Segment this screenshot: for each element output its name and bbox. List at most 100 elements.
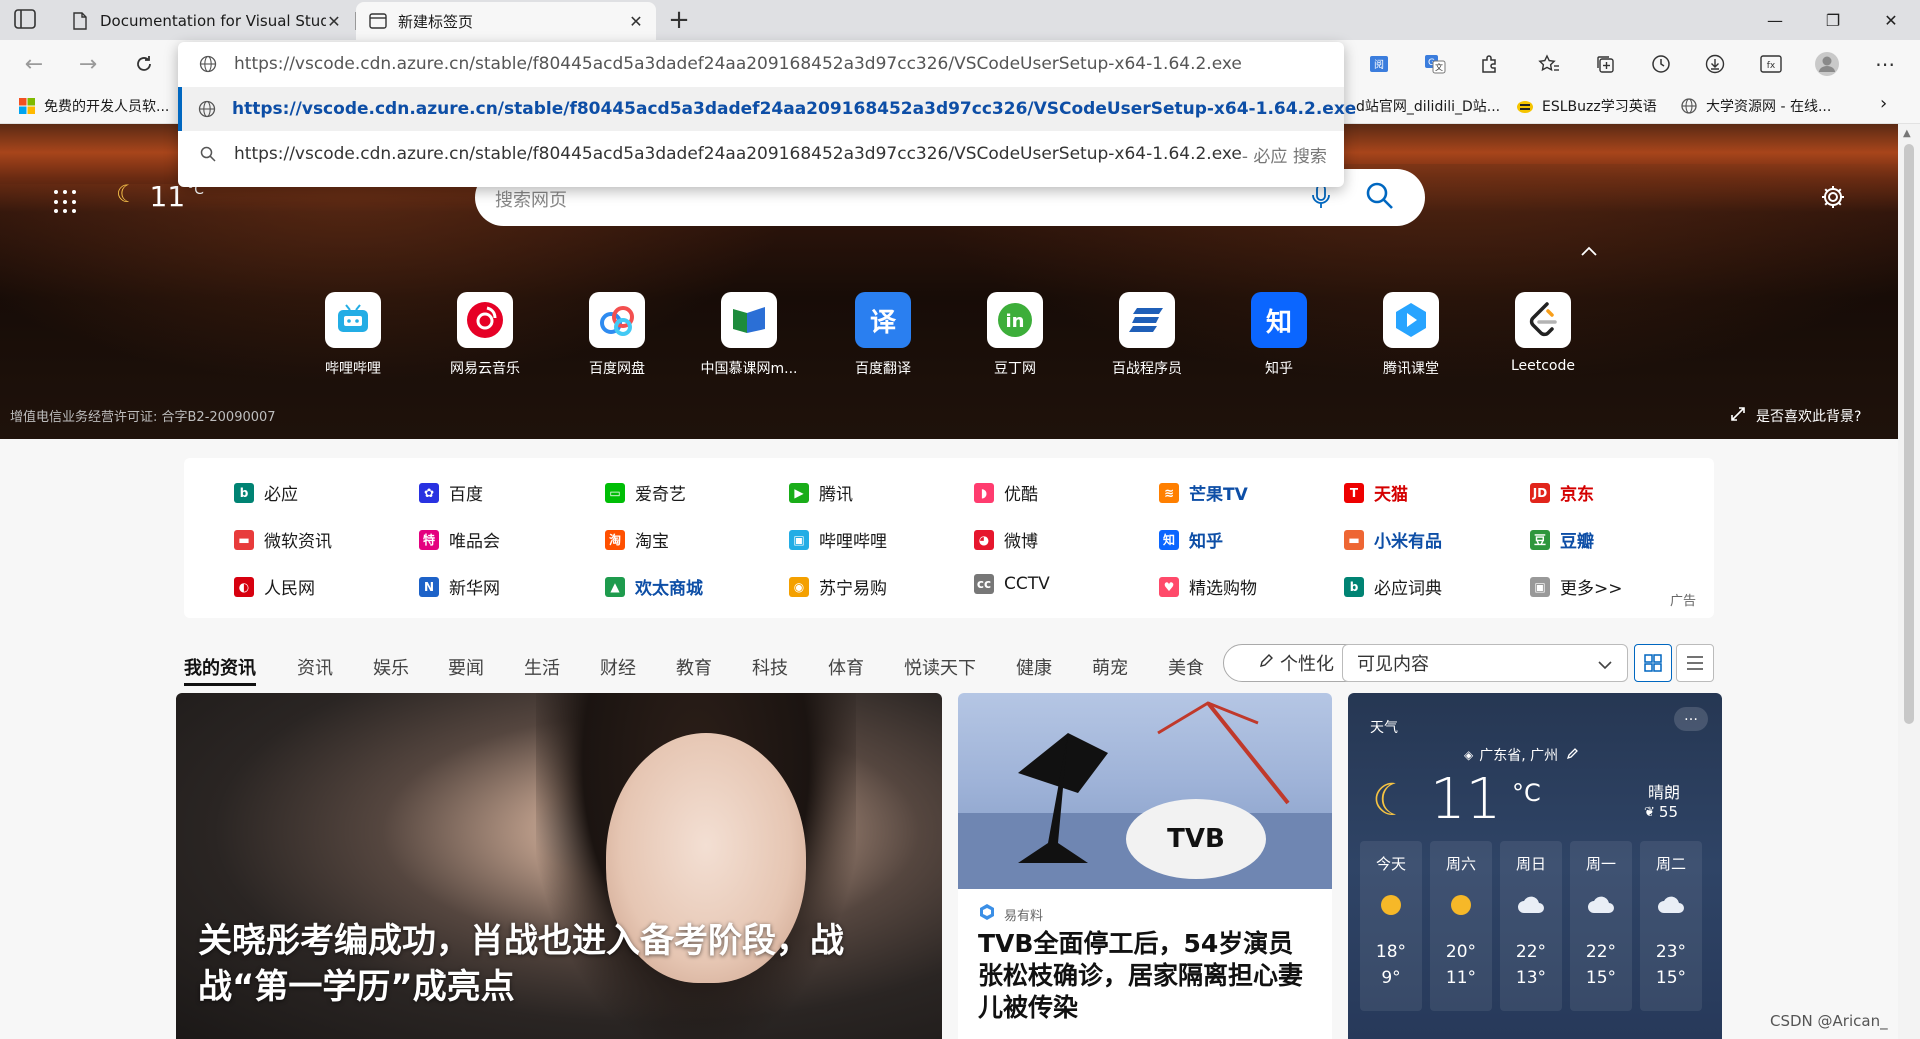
quick-link[interactable]: ▶ 腾讯 [789,480,853,505]
quick-link[interactable]: ◕ 微博 [974,527,1038,552]
suggestion-url[interactable]: https://vscode.cdn.azure.cn/stable/f8044… [178,87,1356,131]
forecast-low: 13° [1515,968,1547,988]
favorite-item[interactable]: d站官网_dilidili_D站... [1356,96,1500,116]
quick-link[interactable]: ▬ 小米有品 [1344,527,1442,552]
favorite-item[interactable]: 大学资源网 - 在线... [1680,96,1831,116]
forward-button[interactable]: → [72,48,104,80]
top-site-bilibili[interactable]: 哔哩哔哩 [288,292,418,378]
quick-link[interactable]: ◉ 苏宁易购 [789,574,887,599]
close-tab-icon[interactable]: ✕ [326,12,342,31]
quick-link[interactable]: cc CCTV [974,574,1050,594]
tab-documentation[interactable]: Documentation for Visual Studio Code ✕ [58,2,354,40]
news-tab[interactable]: 财经 [600,654,636,680]
quick-link[interactable]: ▭ 爱奇艺 [605,480,686,505]
news-tab[interactable]: 要闻 [448,654,484,680]
quick-link[interactable]: 淘淘宝 [605,527,669,552]
settings-gear-icon[interactable] [1820,184,1846,210]
close-window-button[interactable]: ✕ [1862,0,1920,40]
search-icon[interactable] [1365,181,1397,213]
new-tab-button[interactable]: + [664,6,694,36]
top-site-imooc[interactable]: 中国慕课网m... [684,292,814,378]
history-icon[interactable] [1646,50,1676,78]
quick-link[interactable]: b 必应 [234,480,298,505]
visible-content-select[interactable]: 可见内容 [1342,644,1628,682]
extensions-icon[interactable] [1474,50,1504,78]
top-site-zhihu[interactable]: 知 知乎 [1214,292,1344,378]
address-input[interactable]: https://vscode.cdn.azure.cn/stable/f8044… [178,42,1344,86]
news-tab[interactable]: 生活 [524,654,560,680]
quick-link[interactable]: ♥ 精选购物 [1159,574,1257,599]
more-options-icon[interactable]: … [1674,707,1708,731]
forecast-day[interactable]: 周日 22° 13° [1500,841,1562,1011]
forecast-day[interactable]: 周二 23° 15° [1640,841,1702,1011]
scroll-up-icon[interactable]: ▲ [1903,128,1911,139]
quick-link[interactable]: JD 京东 [1530,480,1594,505]
quick-link[interactable]: 特唯品会 [419,527,500,552]
news-tab[interactable]: 悦读天下 [904,654,976,680]
web-capture-icon[interactable]: fx [1756,50,1786,78]
quick-link[interactable]: N 新华网 [419,574,500,599]
suggestion-search[interactable]: https://vscode.cdn.azure.cn/stable/f8044… [178,132,1344,176]
top-site-netease-music[interactable]: 网易云音乐 [420,292,550,378]
news-tab[interactable]: 资讯 [297,654,333,680]
news-tab[interactable]: 健康 [1016,654,1052,680]
quick-link[interactable]: ≋ 芒果TV [1159,480,1248,505]
top-site-baidu-pan[interactable]: 百度网盘 [552,292,682,378]
collections-icon[interactable] [1590,50,1620,78]
favorite-item[interactable]: ESLBuzz学习英语 [1516,96,1657,116]
news-tab[interactable]: 科技 [752,654,788,680]
quick-link[interactable]: ✿ 百度 [419,480,483,505]
news-card-tvb[interactable]: TVB 易有料 TVB全面停工后，54岁演员张松枝确诊，居家隔离担心妻儿被传染 [958,693,1332,1039]
weather-location[interactable]: ◈ 广东省, 广州 [1464,745,1580,765]
maximize-button[interactable]: ❐ [1804,0,1862,40]
minimize-button[interactable]: — [1746,0,1804,40]
microphone-icon[interactable] [1311,183,1335,211]
refresh-button[interactable] [128,48,160,80]
downloads-icon[interactable] [1700,50,1730,78]
tab-new-tab[interactable]: 新建标签页 ✕ [356,2,656,40]
like-background-link[interactable]: 是否喜欢此背景? [1730,406,1861,426]
grid-view-icon[interactable] [1634,644,1672,682]
tab-actions-icon[interactable] [14,9,38,31]
top-site-baidu-translate[interactable]: 译 百度翻译 [818,292,948,378]
back-button[interactable]: ← [18,48,50,80]
forecast-day[interactable]: 周一 22° 15° [1570,841,1632,1011]
quick-link[interactable]: ▣ 更多>> [1530,574,1623,599]
top-site-docin[interactable]: in 豆丁网 [950,292,1080,378]
news-tab[interactable]: 萌宠 [1092,654,1128,680]
top-site-tencent-class[interactable]: 腾讯课堂 [1346,292,1476,378]
news-tab[interactable]: 我的资讯 [184,654,256,686]
profile-avatar[interactable] [1812,50,1842,78]
app-launcher-icon[interactable] [54,190,78,214]
quick-link[interactable]: ▬ 微软资讯 [234,527,332,552]
quick-link[interactable]: ◗ 优酷 [974,480,1038,505]
scrollbar-thumb[interactable] [1904,144,1914,724]
news-tab[interactable]: 娱乐 [373,654,409,680]
quick-link[interactable]: 豆豆瓣 [1530,527,1594,552]
more-menu-icon[interactable]: ⋯ [1870,50,1900,78]
forecast-day[interactable]: 今天 18° 9° [1360,841,1422,1011]
quick-link[interactable]: T 天猫 [1344,480,1408,505]
close-tab-icon[interactable]: ✕ [628,12,644,31]
news-tab[interactable]: 体育 [828,654,864,680]
weather-card[interactable]: 天气 … ◈ 广东省, 广州 ☾ 11 °C 晴朗 ❦ 55 今天 18° 9° 周六… [1348,693,1722,1039]
news-tab[interactable]: 教育 [676,654,712,680]
forecast-day[interactable]: 周六 20° 11° [1430,841,1492,1011]
favorite-item[interactable]: 免费的开发人员软... [18,96,169,116]
translate-icon[interactable]: G文 [1420,50,1450,78]
vertical-scrollbar[interactable]: ▲ [1898,124,1920,1039]
chevron-right-icon[interactable]: › [1880,93,1887,114]
quick-link[interactable]: 知知乎 [1159,527,1223,552]
quick-link[interactable]: ▲ 欢太商城 [605,574,703,599]
top-site-leetcode[interactable]: Leetcode [1478,292,1608,374]
reader-icon[interactable]: 阅 [1364,50,1394,78]
quick-link[interactable]: ◐ 人民网 [234,574,315,599]
quick-link[interactable]: ▣ 哔哩哔哩 [789,527,887,552]
top-site-bjsxt[interactable]: 百战程序员 [1082,292,1212,378]
quick-link[interactable]: b 必应词典 [1344,574,1442,599]
featured-news-card[interactable]: 关晓彤考编成功，肖战也进入备考阶段，战战“第一学历”成亮点 [176,693,942,1039]
favorites-icon[interactable] [1534,50,1564,78]
chevron-up-icon[interactable] [1580,242,1600,258]
list-view-icon[interactable] [1676,644,1714,682]
news-tab[interactable]: 美食 [1168,654,1204,680]
